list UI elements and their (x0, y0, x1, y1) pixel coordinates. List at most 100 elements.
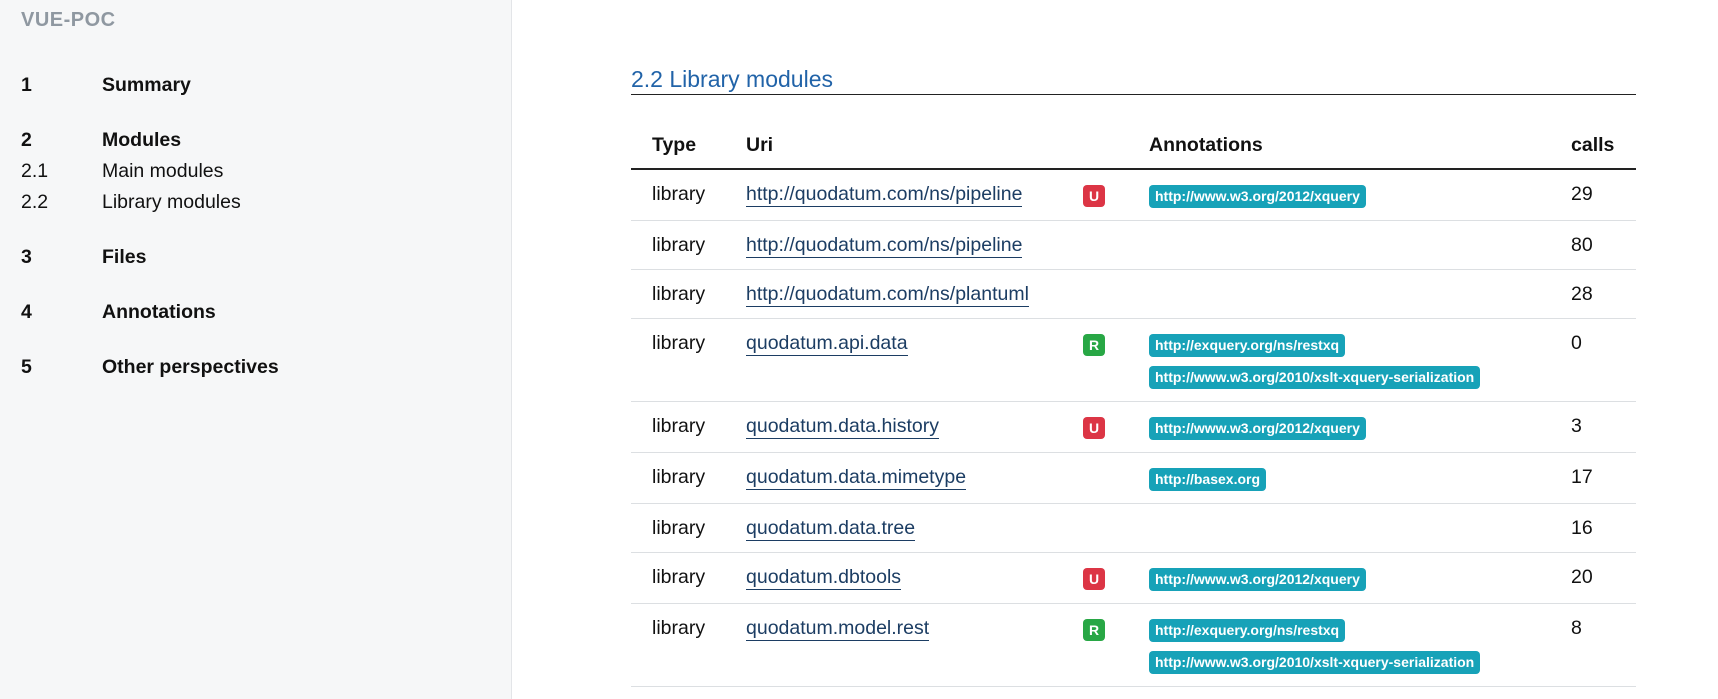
annotation-list (1149, 270, 1571, 295)
toc-item-5[interactable]: 5 Other perspectives (21, 352, 491, 383)
cell-type: library (631, 220, 746, 270)
cell-calls: 29 (1571, 169, 1636, 221)
toc-item-label[interactable]: Annotations (102, 297, 216, 328)
table-row: library http://quodatum.com/ns/pipeline 80 (631, 220, 1636, 270)
cell-calls: 0 (1571, 318, 1636, 402)
table-row: library quodatum.data.mimetype http://base… (631, 452, 1636, 504)
uri-wrapper: quodatum.api.data (746, 319, 1083, 367)
module-type: library (652, 517, 706, 539)
cell-uri: http://quodatum.com/ns/plantuml (746, 269, 1083, 319)
header-uri[interactable]: Uri (746, 122, 1083, 170)
annotation-badge: http://basex.org (1149, 468, 1267, 491)
toc-item-2-2[interactable]: 2.2 Library modules (21, 187, 491, 218)
cell-type: library (631, 603, 746, 687)
module-uri-link[interactable]: http://quodatum.com/ns/plantuml (746, 283, 1029, 307)
table-header-row: Type Uri Annotations calls (631, 122, 1636, 170)
flag-wrapper (1083, 221, 1149, 246)
toc-item-3[interactable]: 3 Files (21, 242, 491, 273)
toc-item-4[interactable]: 4 Annotations (21, 297, 491, 328)
module-uri-link[interactable]: quodatum.data.tree (746, 517, 916, 541)
annotation-list: http://www.w3.org/2012/xquery (1149, 553, 1571, 603)
uri-wrapper: http://quodatum.com/ns/pipeline (746, 221, 1083, 269)
header-annotations[interactable]: Annotations (1149, 122, 1571, 170)
header-calls[interactable]: calls (1571, 122, 1636, 170)
annotation-badge: http://www.w3.org/2012/xquery (1149, 568, 1366, 591)
uri-wrapper: http://quodatum.com/ns/plantuml (746, 270, 1083, 318)
cell-type: library (631, 401, 746, 453)
table-row: library quodatum.data.tree 16 (631, 503, 1636, 553)
flag-wrapper: R (1083, 319, 1149, 368)
cell-calls: 28 (1571, 269, 1636, 319)
cell-flag (1083, 452, 1149, 504)
cell-calls: 20 (1571, 552, 1636, 604)
toc-item-1[interactable]: 1 Summary (21, 70, 491, 101)
module-type: library (652, 183, 706, 205)
cell-flag: R (1083, 603, 1149, 687)
flag-wrapper: U (1083, 402, 1149, 451)
cell-type: library (631, 269, 746, 319)
annotation-badge: http://www.w3.org/2012/xquery (1149, 185, 1366, 208)
cell-uri: quodatum.data.mimetype (746, 452, 1083, 504)
module-uri-link[interactable]: http://quodatum.com/ns/pipeline (746, 183, 1023, 207)
toc-item-label[interactable]: Summary (102, 70, 191, 101)
annotation-badge: http://exquery.org/ns/restxq (1149, 334, 1346, 357)
updating-badge: U (1083, 417, 1105, 439)
table-of-contents: 1 Summary 2 Modules 2.1 Main modules 2.2 Librar… (21, 70, 491, 383)
annotation-list: http://exquery.org/ns/restxq http://www.w… (1149, 604, 1571, 686)
annotation-badge: http://exquery.org/ns/restxq (1149, 619, 1346, 642)
cell-uri: quodatum.api.data (746, 318, 1083, 402)
section-title: 2.2 Library modules (631, 66, 1636, 95)
annotation-badge: http://www.w3.org/2010/xslt-xquery-seria… (1149, 366, 1481, 389)
cell-annotations: http://www.w3.org/2012/xquery (1149, 169, 1571, 221)
module-uri-link[interactable]: quodatum.data.history (746, 415, 939, 439)
uri-wrapper: quodatum.dbtools (746, 553, 1083, 601)
module-type: library (652, 283, 706, 305)
cell-calls: 3 (1571, 401, 1636, 453)
module-uri-link[interactable]: quodatum.data.mimetype (746, 466, 967, 490)
toc-item-label[interactable]: Main modules (102, 156, 223, 187)
flag-wrapper: R (1083, 604, 1149, 653)
toc-item-2-1[interactable]: 2.1 Main modules (21, 156, 491, 187)
cell-flag: U (1083, 169, 1149, 221)
toc-item-label[interactable]: Other perspectives (102, 352, 279, 383)
cell-uri: quodatum.dbtools (746, 552, 1083, 604)
module-uri-link[interactable]: quodatum.dbtools (746, 566, 902, 590)
cell-flag (1083, 269, 1149, 319)
module-uri-link[interactable]: quodatum.api.data (746, 332, 908, 356)
toc-item-label[interactable]: Library modules (102, 187, 241, 218)
cell-annotations: http://exquery.org/ns/restxq http://www.w… (1149, 318, 1571, 402)
cell-flag (1083, 220, 1149, 270)
cell-annotations: http://www.w3.org/2012/xquery (1149, 401, 1571, 453)
header-flag (1083, 122, 1149, 170)
cell-uri: http://quodatum.com/ns/pipeline (746, 220, 1083, 270)
cell-annotations: http://www.w3.org/2012/xquery (1149, 552, 1571, 604)
cell-type: library (631, 452, 746, 504)
toc-item-number: 3 (21, 246, 32, 268)
cell-flag: U (1083, 552, 1149, 604)
updating-badge: U (1083, 185, 1105, 207)
toc-item-label[interactable]: Files (102, 242, 146, 273)
module-uri-link[interactable]: quodatum.model.rest (746, 617, 930, 641)
restxq-badge: R (1083, 619, 1105, 641)
table-row: library quodatum.api.data Rhttp://exquery.… (631, 318, 1636, 402)
toc-item-number: 2.2 (21, 191, 49, 213)
annotation-list: http://www.w3.org/2012/xquery (1149, 170, 1571, 220)
cell-uri: quodatum.model.rest (746, 603, 1083, 687)
toc-item-label[interactable]: Modules (102, 125, 181, 156)
cell-type: library (631, 503, 746, 553)
cell-calls: 17 (1571, 452, 1636, 504)
calls-count: 20 (1571, 566, 1593, 588)
cell-type: library (631, 169, 746, 221)
annotation-badge: http://www.w3.org/2010/xslt-xquery-seria… (1149, 651, 1481, 674)
uri-wrapper: quodatum.data.history (746, 402, 1083, 450)
cell-flag: R (1083, 318, 1149, 402)
toc-item-number: 2.1 (21, 160, 49, 182)
table-row: library quodatum.dbtools Uhttp://www.w3.or… (631, 552, 1636, 604)
brand-logo[interactable]: VUE-POC (21, 9, 116, 32)
toc-item-2[interactable]: 2 Modules (21, 125, 491, 156)
annotation-list: http://basex.org (1149, 453, 1571, 503)
cell-calls: 80 (1571, 220, 1636, 270)
toc-item-number: 4 (21, 301, 32, 323)
header-type[interactable]: Type (631, 122, 746, 170)
module-uri-link[interactable]: http://quodatum.com/ns/pipeline (746, 234, 1023, 258)
